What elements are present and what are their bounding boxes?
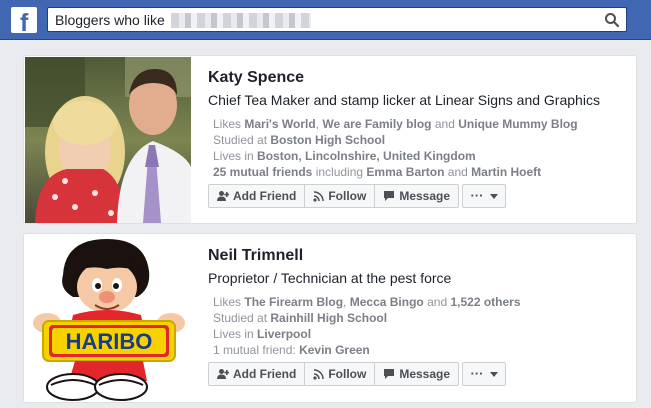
action-button-group: Add Friend Follow Message bbox=[208, 184, 460, 208]
more-options-button[interactable]: ··· bbox=[462, 184, 506, 208]
action-button-group: Add Friend Follow Message bbox=[208, 362, 460, 386]
mutual-friend-link[interactable]: Martin Hoeft bbox=[471, 165, 541, 179]
message-label: Message bbox=[399, 367, 451, 381]
studied-prefix: Studied at bbox=[213, 133, 268, 147]
studied-line: Studied at Rainhill High School bbox=[213, 310, 628, 326]
conjunction: and bbox=[427, 295, 448, 309]
mutual-friends-line: 1 mutual friend: Kevin Green bbox=[213, 342, 628, 358]
lives-prefix: Lives in bbox=[213, 149, 254, 163]
mutual-including: including bbox=[315, 165, 364, 179]
likes-prefix: Likes bbox=[213, 117, 242, 131]
message-label: Message bbox=[399, 189, 451, 203]
result-info: Neil Trimnell Proprietor / Technician at… bbox=[208, 246, 628, 358]
conjunction: and bbox=[434, 117, 455, 131]
separator: , bbox=[315, 117, 320, 131]
mutual-friend-link[interactable]: Emma Barton bbox=[366, 165, 444, 179]
mutual-friends-count: 1 mutual friend: bbox=[213, 343, 296, 357]
search-icon[interactable] bbox=[604, 12, 620, 28]
follow-label: Follow bbox=[328, 367, 367, 381]
result-name-link[interactable]: Neil Trimnell bbox=[208, 246, 628, 266]
result-meta: Likes The Firearm Blog, Mecca Bingo and … bbox=[213, 294, 628, 358]
add-friend-icon bbox=[217, 191, 229, 201]
liked-page-link[interactable]: Unique Mummy Blog bbox=[458, 117, 577, 131]
add-friend-label: Add Friend bbox=[233, 189, 297, 203]
likes-line: Likes The Firearm Blog, Mecca Bingo and … bbox=[213, 294, 628, 310]
message-button[interactable]: Message bbox=[375, 185, 458, 207]
haribo-logo-text: HARIBO bbox=[66, 329, 153, 354]
lives-line: Lives in Boston, Lincolnshire, United Ki… bbox=[213, 148, 628, 164]
mutual-friend-link[interactable]: Kevin Green bbox=[299, 343, 370, 357]
liked-page-link[interactable]: We are Family blog bbox=[322, 117, 431, 131]
result-meta: Likes Mari's World, We are Family blog a… bbox=[213, 116, 628, 180]
chevron-down-icon bbox=[489, 193, 498, 199]
liked-page-link[interactable]: Mari's World bbox=[244, 117, 315, 131]
more-dots-icon: ··· bbox=[470, 188, 484, 203]
location-link[interactable]: Liverpool bbox=[257, 327, 311, 341]
lives-prefix: Lives in bbox=[213, 327, 254, 341]
chevron-down-icon bbox=[489, 371, 498, 377]
add-friend-label: Add Friend bbox=[233, 367, 297, 381]
follow-label: Follow bbox=[328, 189, 367, 203]
search-input[interactable]: Bloggers who like bbox=[47, 7, 627, 32]
school-link[interactable]: Rainhill High School bbox=[270, 311, 387, 325]
separator: , bbox=[343, 295, 347, 309]
result-card: Katy Spence Chief Tea Maker and stamp li… bbox=[23, 55, 637, 224]
add-friend-button[interactable]: Add Friend bbox=[209, 185, 306, 207]
more-dots-icon: ··· bbox=[470, 366, 484, 381]
more-options-button[interactable]: ··· bbox=[462, 362, 506, 386]
profile-photo[interactable] bbox=[25, 57, 191, 223]
result-name-link[interactable]: Katy Spence bbox=[208, 68, 628, 88]
school-link[interactable]: Boston High School bbox=[270, 133, 385, 147]
conjunction: and bbox=[447, 165, 468, 179]
rss-follow-icon bbox=[313, 190, 325, 202]
message-icon bbox=[384, 369, 395, 379]
likes-line: Likes Mari's World, We are Family blog a… bbox=[213, 116, 628, 132]
liked-page-link[interactable]: Mecca Bingo bbox=[350, 295, 424, 309]
lives-line: Lives in Liverpool bbox=[213, 326, 628, 342]
add-friend-icon bbox=[217, 369, 229, 379]
search-redacted-text bbox=[171, 13, 311, 28]
likes-prefix: Likes bbox=[213, 295, 242, 309]
facebook-logo[interactable]: f bbox=[11, 7, 37, 37]
profile-photo[interactable]: HARIBO bbox=[25, 235, 191, 401]
message-icon bbox=[384, 191, 395, 201]
top-bar: f Bloggers who like bbox=[0, 0, 651, 40]
location-link[interactable]: Boston, Lincolnshire, United Kingdom bbox=[257, 149, 476, 163]
message-button[interactable]: Message bbox=[375, 363, 458, 385]
liked-page-link[interactable]: 1,522 others bbox=[450, 295, 520, 309]
result-tagline: Chief Tea Maker and stamp licker at Line… bbox=[208, 92, 600, 108]
rss-follow-icon bbox=[313, 368, 325, 380]
facebook-logo-letter: f bbox=[20, 9, 29, 37]
studied-prefix: Studied at bbox=[213, 311, 268, 325]
add-friend-button[interactable]: Add Friend bbox=[209, 363, 306, 385]
result-info: Katy Spence Chief Tea Maker and stamp li… bbox=[208, 68, 628, 180]
follow-button[interactable]: Follow bbox=[305, 363, 376, 385]
search-query-text: Bloggers who like bbox=[55, 12, 165, 28]
result-tagline: Proprietor / Technician at the pest forc… bbox=[208, 270, 452, 286]
liked-page-link[interactable]: The Firearm Blog bbox=[244, 295, 343, 309]
follow-button[interactable]: Follow bbox=[305, 185, 376, 207]
mutual-friends-link[interactable]: 25 mutual friends bbox=[213, 165, 312, 179]
mutual-friends-line: 25 mutual friends including Emma Barton … bbox=[213, 164, 628, 180]
studied-line: Studied at Boston High School bbox=[213, 132, 628, 148]
result-card: HARIBO Neil Trimnell Proprietor / Techni… bbox=[23, 233, 637, 403]
